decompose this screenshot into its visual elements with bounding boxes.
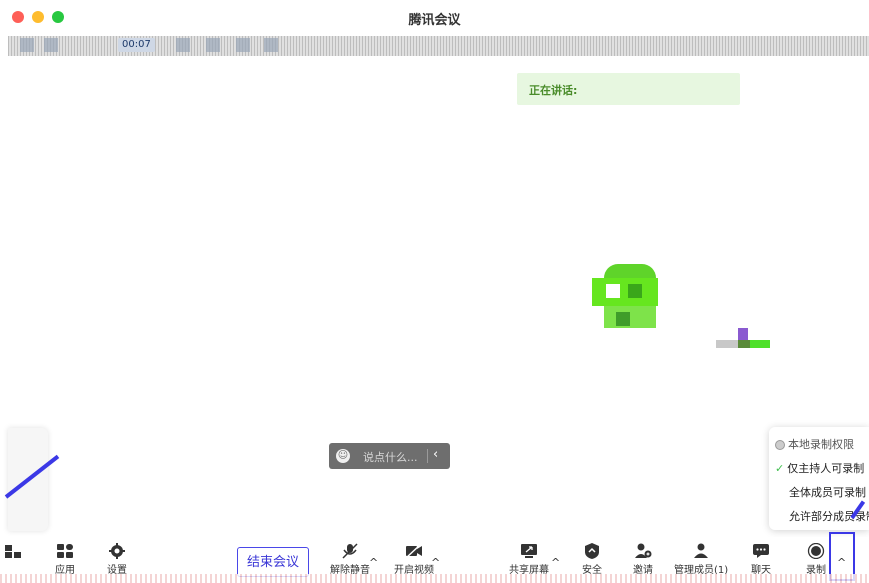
chat-input-bar[interactable]: ☺ 说点什么... ‹ — [329, 443, 450, 469]
signal-icon[interactable] — [206, 38, 220, 52]
share-screen-icon — [521, 544, 537, 558]
toolbar-manage-members[interactable]: 管理成员(1) — [674, 537, 728, 576]
info-icon[interactable] — [20, 38, 34, 52]
emoji-icon[interactable]: ☺ — [336, 449, 350, 463]
mic-muted-icon — [342, 543, 358, 559]
radio-icon — [775, 440, 785, 450]
record-icon — [807, 543, 825, 559]
share-options-chevron-icon[interactable]: ^ — [551, 556, 560, 569]
speaker-icon[interactable] — [236, 38, 250, 52]
window-title: 腾讯会议 — [408, 13, 461, 28]
video-options-chevron-icon[interactable]: ^ — [431, 556, 440, 569]
toolbar-settings[interactable]: 设置 — [104, 537, 130, 576]
toolbar-unmute[interactable]: 解除静音 — [326, 537, 374, 576]
network-icon[interactable] — [44, 38, 58, 52]
layout-icon — [5, 545, 21, 558]
meeting-timer: 00:07 — [118, 38, 155, 52]
speaking-label: 正在讲话: — [529, 84, 578, 97]
title-bar: 腾讯会议 — [0, 0, 869, 34]
layout-icon[interactable] — [264, 38, 278, 52]
chat-icon — [753, 544, 769, 558]
toolbar-security[interactable]: 安全 — [580, 537, 604, 576]
toolbar-item-partial[interactable] — [4, 537, 21, 561]
chat-input-placeholder[interactable]: 说点什么... — [363, 449, 418, 465]
toolbar-share-screen[interactable]: 共享屏幕 — [506, 537, 552, 576]
chat-divider — [427, 449, 428, 463]
record-option-host-only[interactable]: ✓ 仅主持人可录制 — [775, 460, 864, 476]
video-off-icon — [405, 543, 422, 559]
gear-icon — [109, 543, 125, 559]
shield-icon — [585, 543, 599, 559]
record-menu-header: 本地录制权限 — [775, 436, 854, 452]
invite-icon — [635, 543, 652, 558]
check-icon: ✓ — [775, 462, 785, 475]
toolbar-apps[interactable]: 应用 — [52, 537, 78, 576]
members-icon — [694, 543, 708, 558]
apps-icon — [57, 544, 73, 558]
toolbar-chat[interactable]: 聊天 — [748, 537, 774, 576]
record-option-all-members[interactable]: 全体成员可录制 — [789, 484, 866, 500]
toolbar-invite[interactable]: 邀请 — [630, 537, 656, 576]
end-meeting-button[interactable]: 结束会议 — [237, 547, 309, 577]
toolbar-record[interactable]: 录制 — [802, 537, 830, 576]
chevron-left-icon[interactable]: ‹ — [433, 447, 438, 462]
bottom-edge-artifact — [0, 574, 869, 583]
speaking-indicator: 正在讲话: — [517, 73, 740, 105]
grid-view-icon[interactable] — [176, 38, 190, 52]
unmute-options-chevron-icon[interactable]: ^ — [369, 556, 378, 569]
